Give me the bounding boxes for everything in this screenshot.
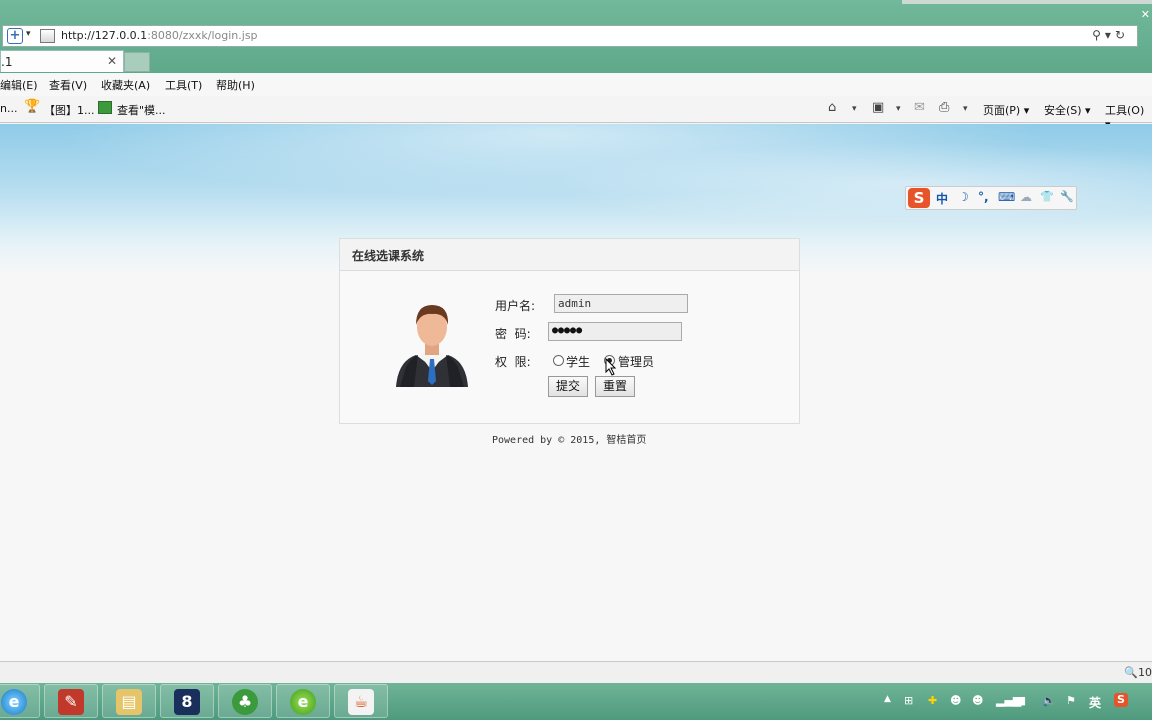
eclipse-icon: 8 [174,689,200,715]
taskbar-explorer-button[interactable]: ▤ [102,684,156,718]
command-bar: n... 🏆 【图】1... 查看"模... ⌂ ▾ ▣ ▾ ✉ ⎙ ▾ 页面(… [0,96,1152,131]
menu-bar: 编辑(E) 查看(V) 收藏夹(A) 工具(T) 帮助(H) [0,73,1152,96]
taskbar-ie-button[interactable]: e [0,684,40,718]
role-admin-label[interactable]: 管理员 [618,353,654,370]
login-title: 在线选课系统 [352,249,425,263]
zoom-control[interactable]: 🔍10 [1124,666,1152,679]
green-app-icon: ♣ [232,689,258,715]
menu-tools[interactable]: 工具(T) [165,77,202,93]
taskbar-notepad-button[interactable]: ✎ [44,684,98,718]
user-avatar-icon [396,305,468,387]
trophy-icon: 🏆 [24,99,41,114]
skin-icon[interactable]: 👕 [1040,190,1054,203]
ime-chinese-mode[interactable]: 中 [936,190,948,207]
360-browser-icon: e [290,689,316,715]
taskbar-eclipse-button[interactable]: 8 [160,684,214,718]
favorite-item-1[interactable]: n... [0,102,17,115]
taskbar-browser-button[interactable]: e [276,684,330,718]
tab-active[interactable]: .1 ✕ [0,50,124,72]
role-label: 权 限: [495,355,531,369]
ime-toolbar[interactable]: S 中 ☽ °, ⌨ ☁ 👕 🔧 [905,186,1077,210]
role-student-label[interactable]: 学生 [566,353,590,370]
menu-help[interactable]: 帮助(H) [216,77,255,93]
taskbar-java-button[interactable]: ☕ [334,684,388,718]
url-text[interactable]: http://127.0.0.1:8080/zxxk/login.jsp [61,29,258,42]
tray-battery-icon[interactable]: ▮ [1020,694,1026,707]
folder-icon: ▤ [116,689,142,715]
favorite-item-3[interactable]: 查看"模... [117,102,166,118]
login-panel-header: 在线选课系统 [340,239,799,271]
role-student-radio[interactable] [553,355,564,366]
address-tools[interactable]: ⚲▾↻ [1092,28,1129,42]
favorite-item-2[interactable]: 【图】1... [44,102,95,118]
status-bar: 🔍10 [0,661,1152,683]
address-bar[interactable]: + ▾ http://127.0.0.1:8080/zxxk/login.jsp… [2,25,1138,47]
tray-volume-icon[interactable]: 🔈 [1042,694,1056,707]
refresh-icon[interactable]: ↻ [1115,28,1129,42]
menu-favorites[interactable]: 收藏夹(A) [101,77,150,93]
home-icon[interactable]: ⌂ [828,100,836,115]
close-tab-icon[interactable]: ✕ [107,54,117,68]
taskbar: e ✎ ▤ 8 ♣ e ☕ ▲ ⊞ ✚ ☻ ☻ ▂▄▆ ▮ 🔈 ⚑ 英 S [0,683,1152,720]
password-input[interactable]: ●●●●● [548,322,682,341]
tray-plus-icon[interactable]: ✚ [928,694,937,707]
username-input[interactable]: admin [554,294,688,313]
login-panel: 在线选课系统 用户名: admin 密 码: ●●●●● 权 限: 学生 管理员… [339,238,800,424]
cloud-icon[interactable]: ☁ [1020,190,1032,204]
tray-expand-icon[interactable]: ▲ [884,694,891,704]
tray-signal-icon[interactable]: ▂▄▆ [996,694,1021,707]
favorite-page-icon [98,101,112,114]
username-label: 用户名: [495,299,536,313]
reset-button[interactable]: 重置 [595,376,635,397]
zoom-icon: 🔍 [1124,666,1138,679]
chevron-down-icon[interactable]: ▾ [852,104,857,114]
search-icon[interactable]: ⚲ [1092,28,1105,42]
tray-language-indicator[interactable]: 英 [1089,694,1101,711]
moon-icon[interactable]: ☽ [958,190,969,204]
tray-network-icon[interactable]: ⊞ [904,694,913,707]
safety-menu[interactable]: 安全(S) ▾ [1044,102,1091,118]
back-icon[interactable]: + [7,28,23,44]
tray-sogou-icon[interactable]: S [1114,693,1128,707]
chevron-down-icon[interactable]: ▾ [963,104,968,114]
punctuation-icon[interactable]: °, [978,190,989,204]
rss-icon[interactable]: ▣ [872,100,884,115]
tab-title: .1 [1,55,13,69]
footer-text: Powered by © 2015, 智桔首页 [492,435,647,446]
chevron-down-icon[interactable]: ▾ [896,104,901,114]
chevron-down-icon[interactable]: ▾ [26,29,31,39]
sogou-logo-icon[interactable]: S [908,188,930,208]
submit-button[interactable]: 提交 [548,376,588,397]
notepad-icon: ✎ [58,689,84,715]
taskbar-app-button[interactable]: ♣ [218,684,272,718]
keyboard-icon[interactable]: ⌨ [998,190,1015,204]
new-tab-button[interactable] [124,52,150,72]
wrench-icon[interactable]: 🔧 [1060,190,1074,203]
print-icon[interactable]: ⎙ [939,100,949,115]
page-menu[interactable]: 页面(P) ▾ [983,102,1029,118]
mail-icon[interactable]: ✉ [914,100,925,115]
tray-qq-icon[interactable]: ☻ [950,694,961,707]
tray-flag-icon[interactable]: ⚑ [1066,694,1076,707]
mouse-cursor-icon [605,358,617,376]
tray-qq-icon-2[interactable]: ☻ [972,694,983,707]
tab-strip: .1 ✕ [0,50,1152,72]
window-caption-buttons[interactable] [902,0,1152,4]
menu-edit[interactable]: 编辑(E) [0,77,38,93]
ie-icon: e [1,689,27,715]
menu-view[interactable]: 查看(V) [49,77,87,93]
java-icon: ☕ [348,689,374,715]
page-icon [40,29,55,43]
close-window-icon[interactable]: ✕ [1141,8,1150,21]
password-label: 密 码: [495,327,531,341]
